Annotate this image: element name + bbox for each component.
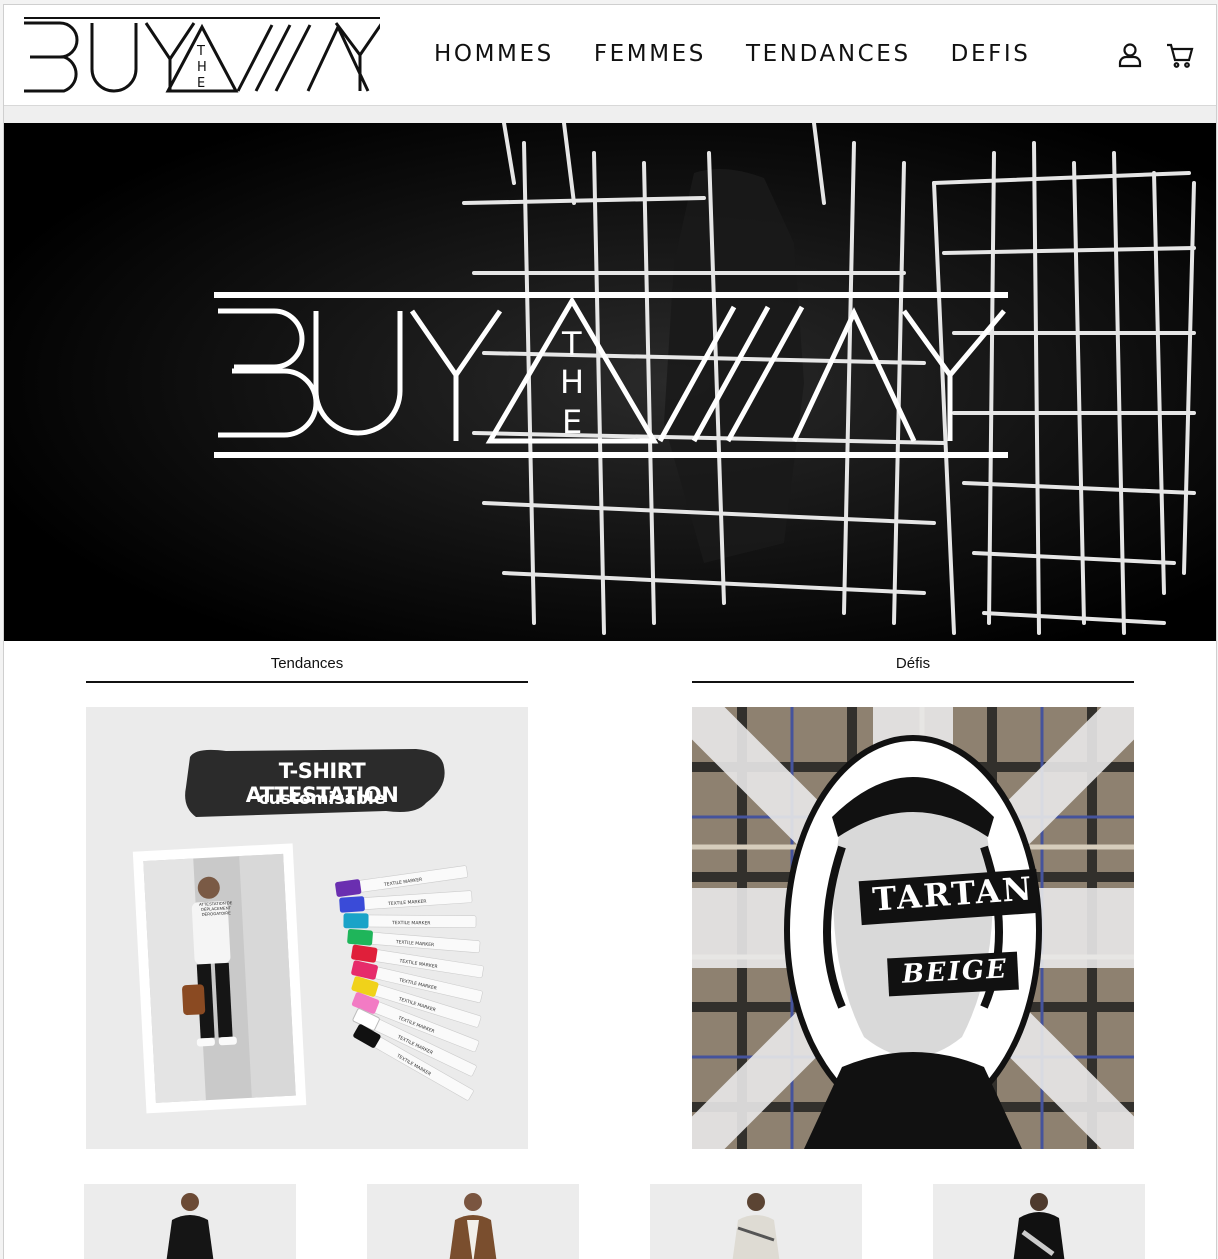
header-spacer bbox=[4, 106, 1216, 123]
hero-banner: T H E bbox=[4, 123, 1216, 641]
section-title-tendances[interactable]: Tendances bbox=[86, 655, 528, 683]
hero-image: T H E bbox=[4, 123, 1216, 641]
promo-banner-subtitle: customisable bbox=[258, 789, 386, 809]
shirt-print-text: ATTESTATION DE DÉPLACEMENT DÉROGATOIRE bbox=[198, 900, 233, 917]
svg-text:H: H bbox=[560, 363, 584, 401]
product-thumb-4[interactable] bbox=[933, 1184, 1145, 1259]
product-thumb-3[interactable] bbox=[650, 1184, 862, 1259]
header-icons bbox=[1116, 41, 1194, 69]
svg-text:E: E bbox=[562, 403, 582, 441]
product-thumb-1[interactable] bbox=[84, 1184, 296, 1259]
account-icon[interactable] bbox=[1116, 41, 1144, 69]
nav-femmes[interactable]: FEMMES bbox=[594, 41, 706, 67]
section-title-defis[interactable]: Défis bbox=[692, 655, 1134, 683]
nav-defis[interactable]: DEFIS bbox=[951, 41, 1031, 67]
promo-tshirt-attestation[interactable]: TEXTILE MARKER TEXTILE MARKER TEXTILE MARK… bbox=[86, 707, 528, 1149]
textile-marker: TEXTILE MARKER bbox=[343, 913, 477, 929]
nav-hommes[interactable]: HOMMES bbox=[434, 41, 554, 67]
site-header: T H E HOMMES FEMMES TENDANCES DEFIS bbox=[4, 5, 1216, 106]
logo-the-t: T bbox=[196, 44, 205, 59]
svg-text:TEXTILE MARKER: TEXTILE MARKER bbox=[391, 920, 431, 926]
product-thumb-2[interactable] bbox=[367, 1184, 579, 1259]
nav-tendances[interactable]: TENDANCES bbox=[746, 41, 911, 67]
svg-text:H: H bbox=[197, 60, 207, 75]
promo-tartan-beige[interactable]: TARTAN BEIGE bbox=[692, 707, 1134, 1149]
page-frame: T H E HOMMES FEMMES TENDANCES DEFIS T H … bbox=[3, 4, 1217, 1259]
svg-text:E: E bbox=[197, 76, 205, 91]
brand-logo[interactable]: T H E bbox=[20, 15, 380, 95]
hero-the-t: T bbox=[561, 325, 582, 363]
cart-icon[interactable] bbox=[1166, 41, 1194, 69]
main-nav: HOMMES FEMMES TENDANCES DEFIS bbox=[434, 41, 1031, 67]
